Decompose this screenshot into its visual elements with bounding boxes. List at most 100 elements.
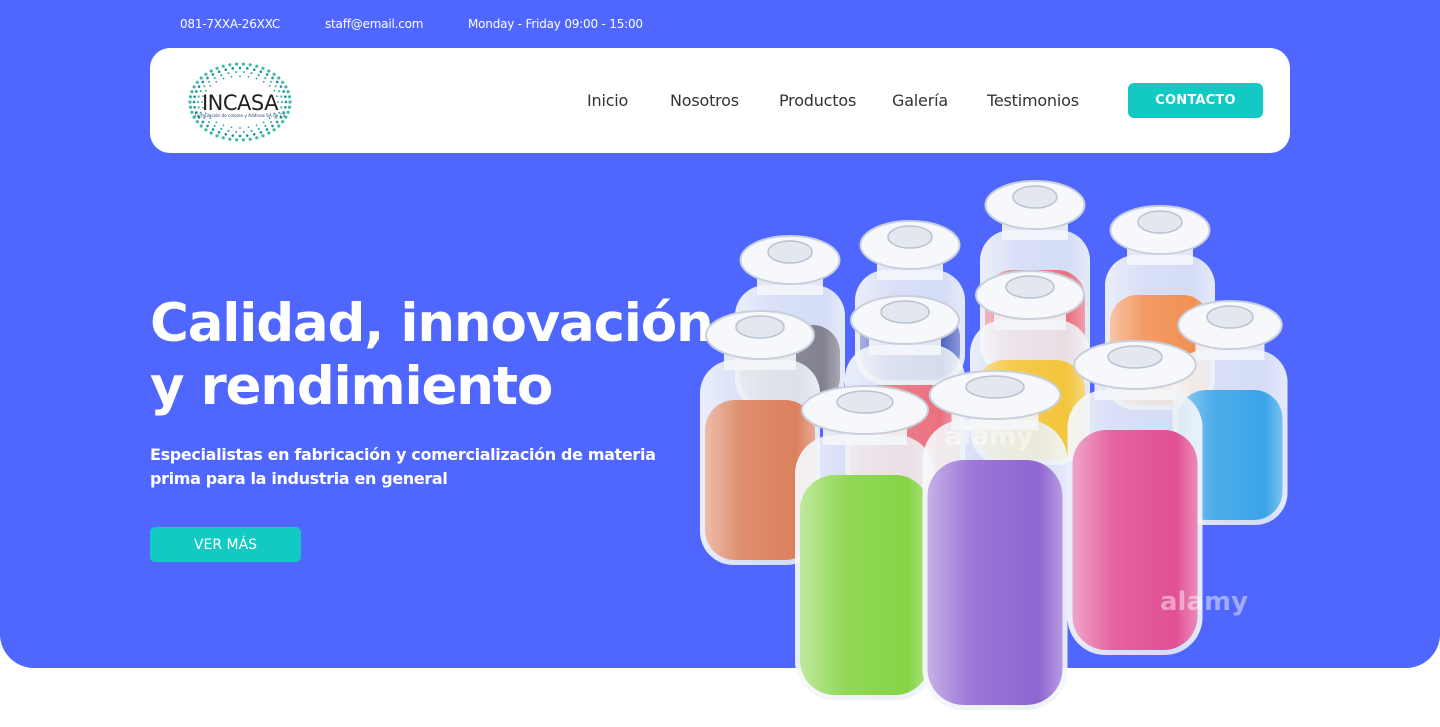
logo-dot (248, 137, 252, 141)
watermark-text: alamy (1160, 587, 1248, 617)
logo-dot (228, 63, 232, 67)
contact-button[interactable]: CONTACTO (1128, 83, 1263, 118)
subtitle-line-2: prima para la industria en general (150, 469, 448, 488)
logo-dot (204, 128, 208, 132)
logo-dot (238, 66, 242, 70)
logo-dot (278, 90, 281, 93)
logo-dot (230, 126, 233, 129)
incasa-logo[interactable]: INCASA Formulación de colores y Aditivos… (188, 60, 292, 144)
logo-dot (231, 67, 235, 70)
logo-dot (239, 127, 241, 129)
logo-dot (252, 68, 256, 72)
logo-dot (280, 95, 283, 98)
logo-dot (286, 90, 290, 94)
logo-dot (281, 80, 285, 84)
logo-dot (247, 75, 250, 78)
logo-dot (228, 137, 232, 141)
logo-dot (259, 70, 263, 74)
nav-link-galeria[interactable]: Galería (892, 92, 948, 110)
logo-dot (220, 74, 223, 77)
logo-dot (197, 85, 201, 88)
logo-dot (267, 131, 271, 135)
logo-dot (227, 129, 230, 132)
logo-dot (287, 105, 292, 109)
logo-dot (221, 64, 225, 68)
logo-dot (206, 124, 209, 128)
logo-dot (272, 128, 276, 132)
logo-dot (275, 120, 279, 124)
logo-dot (262, 121, 265, 124)
logo-dot (193, 105, 196, 109)
logo-dot (267, 69, 271, 73)
logo-dot (192, 100, 196, 104)
logo-dot (261, 66, 265, 70)
logo-dot (284, 100, 288, 104)
logo-dot (241, 62, 245, 66)
logo-dot (248, 63, 252, 67)
logo-dot (287, 95, 292, 99)
logo-dot (265, 128, 269, 131)
logo-dot (209, 84, 212, 87)
logo-dot (195, 120, 199, 124)
hero-headline: Calidad, innovación y rendimiento (150, 292, 714, 418)
logo-dot (206, 76, 209, 80)
logo-dot (250, 129, 253, 132)
logo-dot (217, 70, 221, 74)
nav-link-inicio[interactable]: Inicio (587, 92, 628, 110)
logo-dot (269, 121, 273, 124)
logo-dot (250, 72, 253, 75)
nav-link-productos[interactable]: Productos (779, 92, 856, 110)
logo-dot (224, 68, 228, 72)
logo-dot (241, 138, 245, 142)
nav-link-nosotros[interactable]: Nosotros (670, 92, 739, 110)
pigment-jars-image: alamy alamy (700, 180, 1288, 710)
logo-dot (242, 130, 245, 133)
logo-dot (190, 110, 194, 114)
logo-dot (261, 134, 265, 138)
ver-mas-button[interactable]: VER MÁS (150, 527, 301, 562)
logo-dot (192, 85, 196, 89)
email-text: staff@email.com (325, 17, 424, 31)
logo-dot (264, 77, 267, 80)
logo-dot (207, 121, 211, 124)
logo-dot (235, 138, 239, 142)
logo-dot (203, 85, 206, 88)
logo-dot (259, 130, 263, 134)
logo-dot (227, 72, 230, 75)
logo-dot (197, 106, 200, 109)
logo-dot (280, 100, 284, 104)
logo-dot (199, 124, 203, 128)
logo-dot (247, 126, 250, 129)
logo-dot (286, 110, 290, 114)
logo-dot (188, 100, 192, 104)
logo-dot (222, 124, 225, 127)
logo-dot (235, 130, 238, 133)
logo-dot (272, 72, 276, 76)
logo-dot (224, 132, 228, 136)
logo-dot (279, 85, 283, 88)
logo-dot (284, 105, 287, 109)
logo-dot (194, 90, 198, 93)
logo-dot (209, 69, 213, 73)
logo-dot (196, 100, 200, 104)
logo-dot (281, 120, 285, 124)
logo-dot (211, 128, 215, 131)
logo-dot (238, 134, 242, 138)
logo-dot (235, 71, 238, 74)
logo-dot (277, 76, 281, 80)
logo-dot (235, 62, 239, 66)
top-info-bar: 081-7XXA-26XXC staff@email.com Monday - … (0, 16, 1440, 32)
logo-dot (211, 73, 215, 76)
logo-dot (195, 80, 199, 84)
logo-dot (255, 124, 258, 127)
logo-dot (199, 76, 203, 80)
logo-dot (215, 80, 218, 83)
logo-dot (201, 120, 205, 124)
logo-dot (284, 95, 287, 99)
logo-dot (242, 71, 245, 74)
nav-link-testimonios[interactable]: Testimonios (987, 92, 1079, 110)
logo-dot (275, 80, 279, 84)
logo-dot (284, 85, 288, 89)
logo-dot (288, 100, 292, 104)
logo-dot (217, 130, 221, 134)
